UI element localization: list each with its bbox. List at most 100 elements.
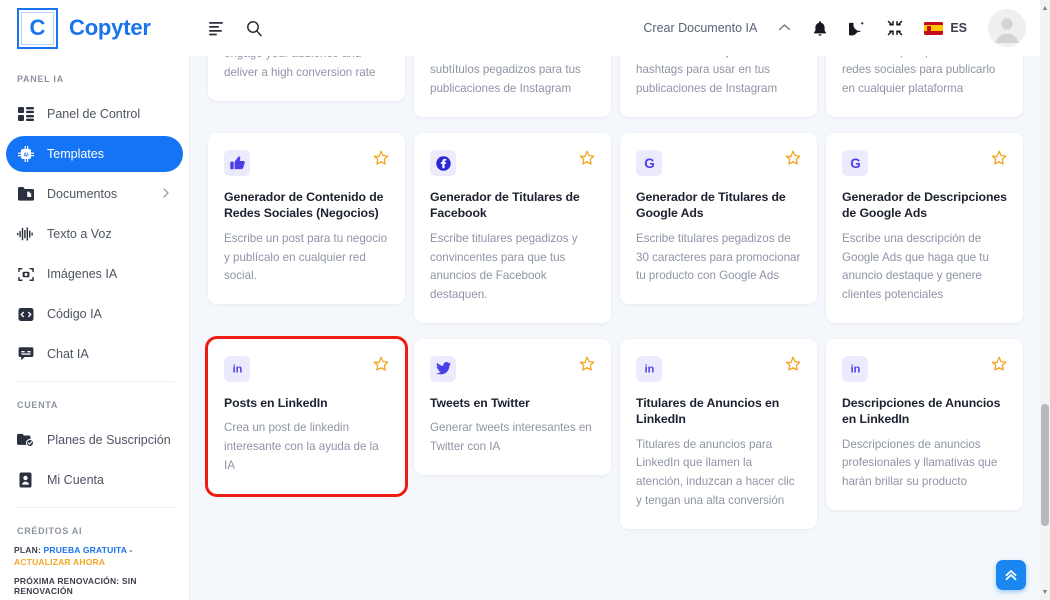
star-outline-icon[interactable] — [785, 356, 801, 377]
card-header: G — [636, 150, 801, 177]
credits-block: PLAN: PRUEBA GRATUITA - ACTUALIZAR AHORA… — [0, 544, 189, 600]
sidebar-item-mi-cuenta[interactable]: Mi Cuenta — [6, 462, 183, 498]
svg-text:in: in — [850, 364, 860, 376]
card-title: Posts en LinkedIn — [224, 395, 328, 410]
template-card[interactable]: G Generador de Descripciones de Google Ad… — [826, 133, 1023, 323]
card-title: Generador de Titulares de Google Ads — [636, 190, 786, 221]
sidebar-item-label: Panel de Control — [47, 107, 141, 121]
template-card[interactable]: Generador de Titulares de Facebook Escrib… — [414, 133, 611, 323]
top-bar: C Copyter Crear Documento IA ES — [0, 0, 1040, 56]
renewal-line: PRÓXIMA RENOVACIÓN: SIN RENOVACIÓN — [14, 575, 137, 596]
star-outline-icon[interactable] — [991, 356, 1007, 377]
sidebar-item-label: Chat IA — [47, 347, 89, 361]
sidebar-item-label: Imágenes IA — [47, 267, 118, 281]
id-card-icon — [17, 472, 34, 488]
bell-icon[interactable] — [812, 20, 828, 37]
linkedin-icon: in — [842, 355, 868, 382]
brand-name: Copyter — [69, 15, 151, 40]
sidebar-item-templates[interactable]: AI Templates — [6, 136, 183, 172]
facebook-icon — [430, 150, 456, 177]
card-description: Escribe titulares pegadizos y convincent… — [430, 231, 578, 302]
template-card[interactable]: in Descripciones de Anuncios en LinkedIn D… — [826, 338, 1023, 510]
card-title: Descripciones de Anuncios en LinkedIn — [842, 395, 1001, 427]
linkedin-icon: in — [636, 355, 662, 382]
card-title: Generador de Descripciones de Google Ads — [842, 190, 1007, 221]
card-header — [430, 150, 595, 177]
template-card[interactable]: Generador de Contenido de Redes Sociales… — [208, 133, 405, 305]
card-title: Generador de Titulares de Facebook — [430, 190, 580, 221]
star-outline-icon[interactable] — [991, 150, 1007, 171]
twitter-icon — [430, 355, 456, 382]
sidebar-item-texto-a-voz[interactable]: Texto a Voz — [6, 216, 183, 252]
template-card[interactable]: G Generador de Titulares de Google Ads Esc… — [620, 133, 817, 305]
star-outline-icon[interactable] — [785, 150, 801, 171]
template-card[interactable]: in Posts en LinkedIn Crea un post de linke… — [205, 335, 408, 497]
template-card[interactable]: Tweets en Twitter Generar tweets interesa… — [414, 338, 611, 475]
plan-separator: - — [126, 545, 133, 555]
card-description: Llama la atención con subtítulos pegadiz… — [430, 56, 581, 96]
plan-prefix: PLAN: — [14, 545, 44, 555]
topbar-right-group: Crear Documento IA ES — [643, 9, 1040, 47]
card-description: Escribe un post para ti en las redes soc… — [842, 56, 996, 96]
card-description: Encuentra los mejores hashtags para usar… — [636, 56, 778, 96]
sidebar-item-imagenes-ia[interactable]: Imágenes IA — [6, 256, 183, 292]
chevron-right-icon — [163, 187, 169, 201]
avatar[interactable] — [988, 9, 1026, 47]
svg-text:AI: AI — [23, 152, 29, 158]
language-code: ES — [950, 21, 967, 35]
template-card[interactable]: Generador de Contenido de Redes Sociales… — [826, 56, 1023, 118]
star-outline-icon[interactable] — [373, 150, 389, 171]
subscription-icon — [17, 433, 34, 447]
sidebar-section-account-title: CUENTA — [17, 400, 59, 410]
plan-line: PLAN: PRUEBA GRATUITA - ACTUALIZAR AHORA — [14, 544, 175, 569]
sidebar-item-chat-ia[interactable]: Chat IA — [6, 336, 183, 372]
star-outline-icon[interactable] — [579, 356, 595, 377]
star-outline-icon[interactable] — [579, 150, 595, 171]
brand-logo[interactable]: C Copyter — [0, 0, 190, 56]
search-icon[interactable] — [246, 20, 263, 37]
sidebar-item-label: Mi Cuenta — [47, 473, 104, 487]
sidebar-item-label: Texto a Voz — [47, 227, 112, 241]
sidebar-item-codigo-ia[interactable]: Código IA — [6, 296, 183, 332]
scrollbar-down-arrow[interactable]: ▼ — [1040, 586, 1050, 598]
sidebar-item-planes-de-suscripcion[interactable]: Planes de Suscripción — [6, 422, 183, 458]
card-description: Escribe titulares pegadizos de 30 caract… — [636, 231, 801, 283]
code-brackets-icon — [17, 307, 34, 322]
svg-text:in: in — [232, 364, 242, 376]
sidebar-section-panel-title: PANEL IA — [17, 74, 64, 84]
template-card[interactable]: Generador de Descripciones de InstagramL… — [414, 56, 611, 118]
card-header — [430, 355, 595, 382]
vertical-scrollbar[interactable]: ▲ ▼ — [1040, 0, 1050, 600]
card-description: Descripciones de anuncios profesionales … — [842, 437, 998, 489]
card-title: Generador de Contenido de Redes Sociales… — [224, 190, 384, 221]
waveform-icon — [17, 227, 34, 241]
star-outline-icon[interactable] — [373, 356, 389, 377]
scrollbar-up-arrow[interactable]: ▲ — [1040, 2, 1050, 14]
list-menu-icon[interactable] — [209, 21, 226, 36]
plan-value: PRUEBA GRATUITA — [43, 545, 127, 555]
language-selector[interactable]: ES — [924, 21, 967, 35]
logo-letter: C — [21, 11, 54, 45]
sidebar-item-documentos[interactable]: Documentos — [6, 176, 183, 212]
sidebar-item-panel-de-control[interactable]: Panel de Control — [6, 96, 183, 132]
sidebar-item-label: Planes de Suscripción — [47, 433, 171, 447]
plan-upgrade-link[interactable]: ACTUALIZAR AHORA — [14, 557, 105, 567]
linkedin-icon: in — [224, 355, 250, 382]
sidebar-item-label: Documentos — [47, 187, 118, 201]
card-description: Escribe una descripción de Google Ads qu… — [842, 231, 989, 302]
template-card[interactable]: in Titulares de Anuncios en LinkedIn Titul… — [620, 338, 817, 529]
scrollbar-thumb[interactable] — [1041, 404, 1049, 526]
create-document-button[interactable]: Crear Documento IA — [643, 21, 757, 35]
scroll-to-top-button[interactable] — [996, 560, 1026, 590]
moon-icon[interactable] — [849, 20, 866, 37]
compress-icon[interactable] — [887, 20, 903, 36]
svg-text:in: in — [644, 364, 654, 376]
card-title: Tweets en Twitter — [430, 395, 530, 410]
template-card[interactable]: Generador de Hashtags de InstagramEncuen… — [620, 56, 817, 118]
sidebar: PANEL IA Panel de Control AI Templates D… — [0, 56, 190, 600]
card-description: Write Facebook ads that engage your audi… — [224, 56, 376, 79]
card-description: Generar tweets interesantes en Twitter c… — [430, 421, 592, 453]
template-card[interactable]: Facebook AdsWrite Facebook ads that enga… — [208, 56, 405, 101]
chevron-up-icon[interactable] — [778, 21, 791, 35]
card-header: in — [224, 355, 389, 382]
